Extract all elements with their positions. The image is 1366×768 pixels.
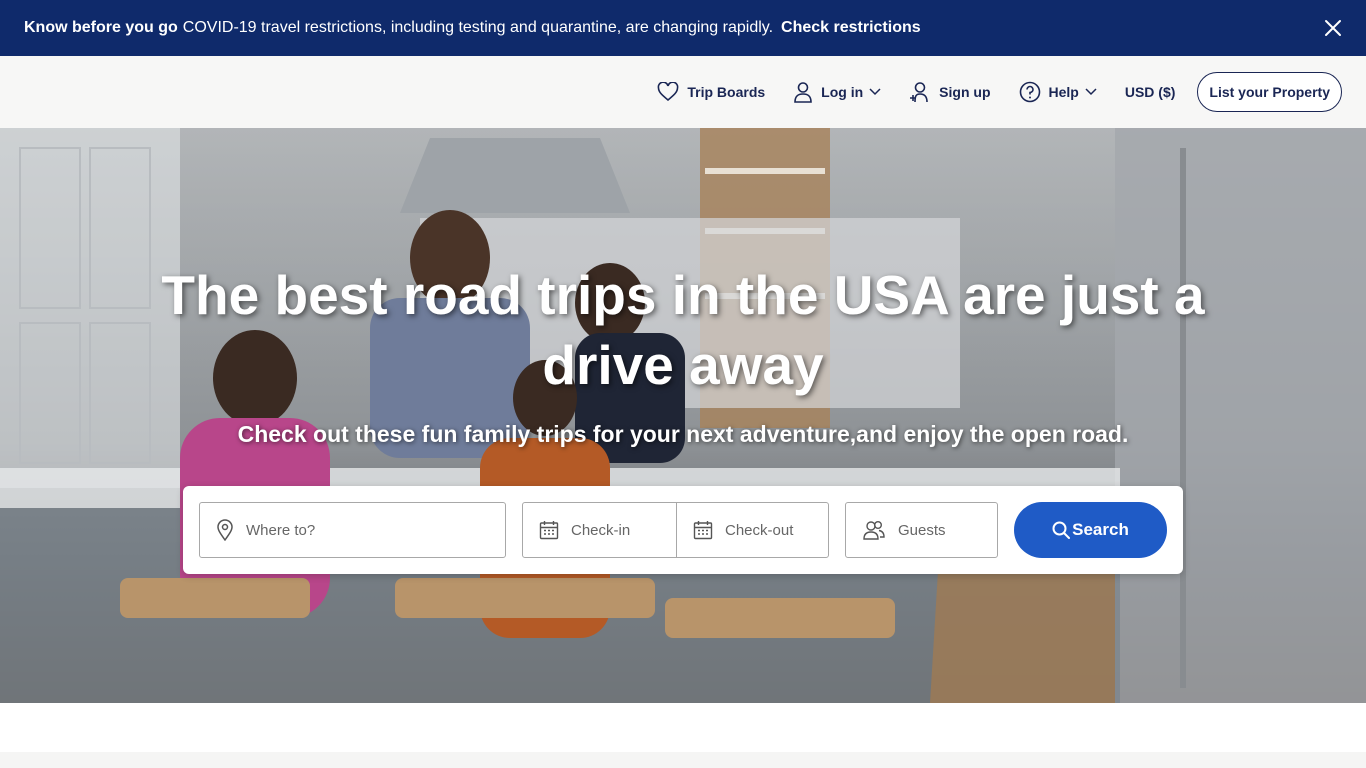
search-panel: Where to? Check-in Check-out Guests Sear… bbox=[183, 486, 1183, 574]
guests-field[interactable]: Guests bbox=[845, 502, 998, 558]
banner-title: Know before you go bbox=[24, 19, 178, 36]
sign-up-label: Sign up bbox=[939, 84, 991, 100]
user-add-icon bbox=[910, 82, 928, 103]
search-button-label: Search bbox=[1072, 520, 1129, 539]
check-out-field[interactable]: Check-out bbox=[676, 502, 829, 558]
chevron-down-icon bbox=[1085, 88, 1097, 96]
help-label: Help bbox=[1048, 84, 1079, 100]
destination-input[interactable]: Where to? bbox=[199, 502, 506, 558]
log-in-menu[interactable]: Log in bbox=[793, 81, 881, 103]
guests-icon bbox=[863, 521, 885, 540]
sign-up-link[interactable]: Sign up bbox=[909, 81, 991, 103]
log-in-label: Log in bbox=[821, 84, 864, 100]
covid-banner: Know before you go COVID-19 travel restr… bbox=[0, 0, 1366, 56]
destination-placeholder: Where to? bbox=[246, 521, 316, 539]
heart-icon bbox=[658, 82, 679, 102]
search-icon bbox=[1052, 521, 1071, 539]
hero-background-image bbox=[0, 128, 1366, 703]
trip-boards-link[interactable]: Trip Boards bbox=[657, 82, 765, 102]
trip-boards-label: Trip Boards bbox=[687, 84, 766, 100]
help-icon bbox=[1019, 81, 1040, 103]
search-button[interactable]: Search bbox=[1014, 502, 1167, 558]
map-pin-icon bbox=[217, 519, 233, 541]
calendar-icon bbox=[539, 521, 559, 540]
site-header: Trip Boards Log in Sign up Help USD ($) … bbox=[0, 56, 1366, 128]
hero-subtitle: Check out these fun family trips for you… bbox=[237, 421, 1129, 447]
user-icon bbox=[794, 82, 812, 103]
guests-placeholder: Guests bbox=[898, 521, 946, 539]
currency-selector[interactable]: USD ($) bbox=[1125, 84, 1176, 100]
check-restrictions-link[interactable]: Check restrictions bbox=[781, 19, 921, 37]
list-your-property-button[interactable]: List your Property bbox=[1197, 72, 1342, 112]
help-menu[interactable]: Help bbox=[1019, 81, 1097, 103]
banner-text: COVID-19 travel restrictions, including … bbox=[182, 19, 774, 36]
currency-label: USD ($) bbox=[1124, 84, 1176, 100]
hero-section: The best road trips in the USA are just … bbox=[0, 128, 1366, 703]
calendar-icon bbox=[693, 521, 713, 540]
close-icon[interactable] bbox=[1322, 17, 1344, 39]
page-bottom-strip bbox=[0, 752, 1366, 768]
hero-title: The best road trips in the USA are just … bbox=[161, 264, 1205, 396]
check-out-placeholder: Check-out bbox=[725, 521, 794, 539]
check-in-field[interactable]: Check-in bbox=[522, 502, 677, 558]
check-in-placeholder: Check-in bbox=[571, 521, 631, 539]
chevron-down-icon bbox=[869, 88, 881, 96]
